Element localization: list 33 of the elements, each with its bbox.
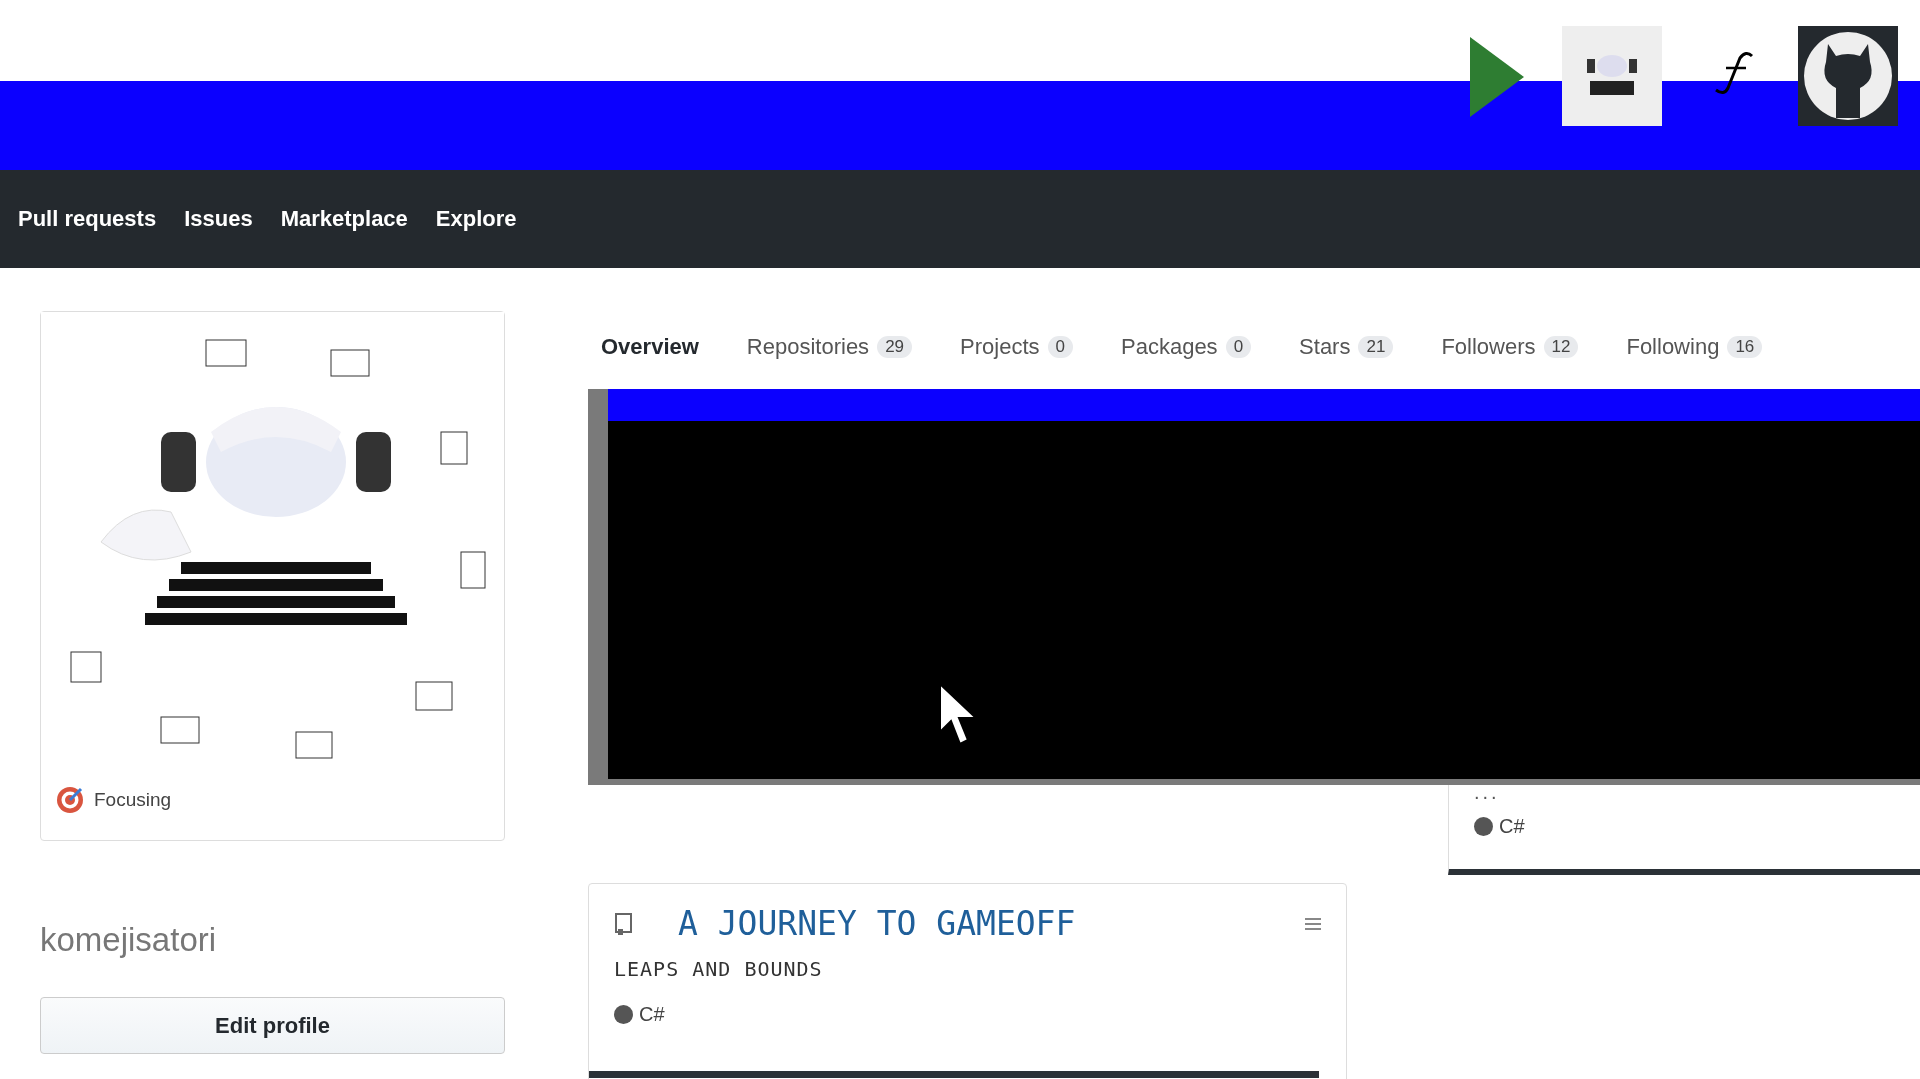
count-badge: 21 xyxy=(1358,336,1394,358)
profile-tab[interactable]: Following 16 xyxy=(1626,334,1763,360)
language-label: C# xyxy=(1499,815,1525,838)
profile-tab[interactable]: Packages 0 xyxy=(1121,334,1252,360)
thumbnail-icon[interactable] xyxy=(1562,26,1662,126)
language-label: C# xyxy=(639,1003,665,1026)
profile-tab[interactable]: Stars 21 xyxy=(1299,334,1394,360)
book-icon xyxy=(614,911,634,936)
language-dot xyxy=(1474,817,1493,836)
count-badge: 29 xyxy=(877,336,913,358)
target-icon xyxy=(56,786,84,814)
edit-profile-button[interactable]: Edit profile xyxy=(40,997,505,1054)
profile-tab[interactable]: Followers 12 xyxy=(1441,334,1579,360)
username: komejisatori xyxy=(40,921,218,959)
nav-link[interactable]: Explore xyxy=(435,206,517,232)
play-icon[interactable] xyxy=(1468,35,1526,119)
nav-link[interactable]: Marketplace xyxy=(280,206,408,232)
profile-tab[interactable]: Projects 0 xyxy=(960,334,1073,360)
count-badge: 0 xyxy=(1225,336,1252,358)
count-badge: 0 xyxy=(1047,336,1073,358)
repo-description: LEAPS AND BOUNDS xyxy=(614,957,824,981)
count-badge: 12 xyxy=(1543,336,1579,358)
nav-link[interactable]: Pull requests xyxy=(18,206,157,232)
octocat-icon[interactable] xyxy=(1798,26,1898,126)
menu-icon[interactable] xyxy=(1305,916,1321,931)
nav-link[interactable]: Issues xyxy=(184,206,253,232)
language-dot xyxy=(614,1005,633,1024)
ellipsis-text: ... xyxy=(1474,785,1501,799)
profile-tab[interactable]: Overview xyxy=(601,334,699,360)
profile-tab[interactable]: Repositories 29 xyxy=(746,334,913,360)
repo-title[interactable]: A JOURNEY TO GAMEOFF xyxy=(678,904,1261,943)
status-text: Focusing xyxy=(94,789,172,811)
count-badge: 16 xyxy=(1727,336,1763,358)
